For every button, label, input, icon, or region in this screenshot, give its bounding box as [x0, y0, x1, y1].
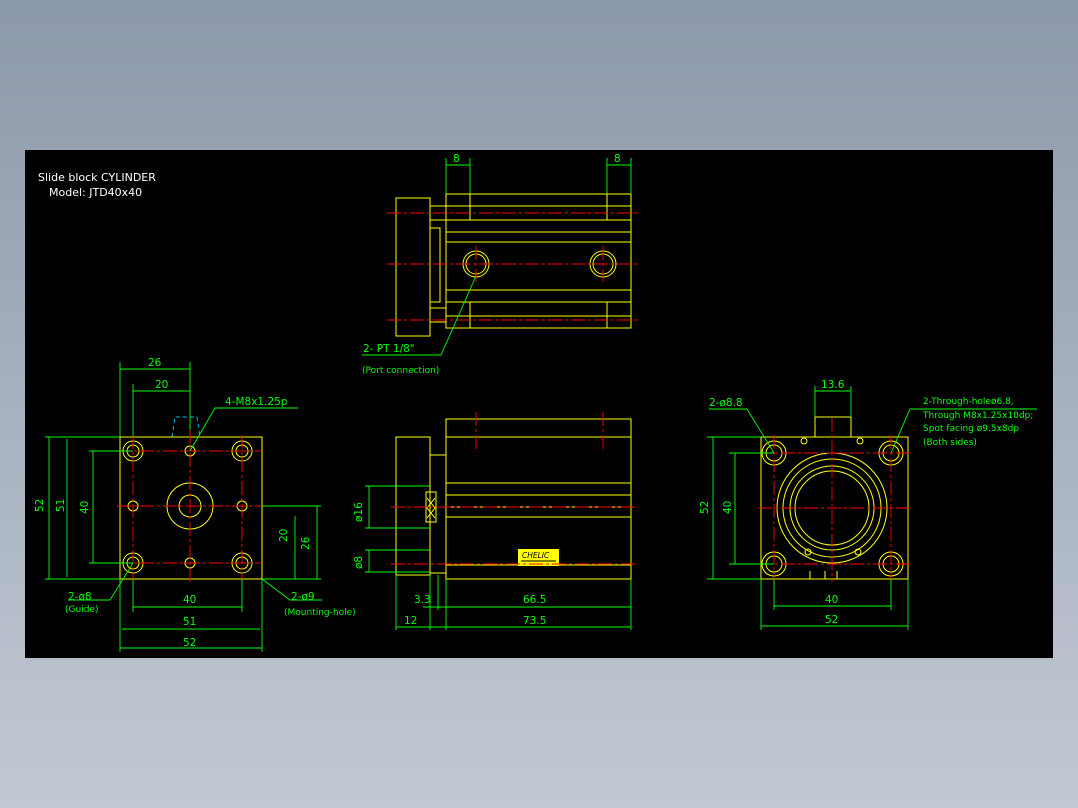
left-dim-26-v: 26: [300, 536, 312, 550]
chelic-logo-text: CHELIC: [522, 551, 550, 560]
left-dim-20-top: 20: [155, 379, 168, 391]
right-dim-52-v: 52: [699, 501, 711, 514]
left-dim-51-h: 51: [183, 616, 196, 628]
left-dim-40-v: 40: [79, 501, 91, 514]
title-line-2: Model: JTD40x40: [49, 186, 142, 199]
right-view: 13.6 2-ø8.8 2-Through-holeø6.8, Through …: [699, 379, 1037, 630]
top-view: 8 8 2- PT 1/8" (Port connection): [362, 153, 637, 376]
guide-label: 2-ø8: [68, 591, 92, 603]
through-note-4: (Both sides): [923, 438, 977, 448]
left-dim-52-h: 52: [183, 637, 196, 649]
left-dim-20-v: 20: [278, 529, 290, 542]
front-dim-3-3: 3.3: [414, 594, 431, 606]
left-dim-52-v: 52: [34, 499, 46, 512]
left-dim-40-h: 40: [183, 594, 196, 606]
right-dim-13-6: 13.6: [821, 379, 845, 391]
top-view-endplate: [395, 197, 431, 337]
right-dim-40-v: 40: [722, 501, 734, 514]
top-dim-8-right: 8: [614, 153, 621, 165]
front-view-endplate: [395, 436, 431, 576]
top-view-body: [445, 193, 632, 329]
front-dim-phi16: ø16: [353, 502, 365, 522]
right-dim-40-h: 40: [825, 594, 838, 606]
through-note-3: Spot facing ø9.5x8dp: [923, 424, 1019, 434]
guide-note: (Guide): [65, 605, 98, 615]
left-dim-26-top: 26: [148, 357, 162, 369]
port-label: 2- PT 1/8": [363, 343, 415, 355]
front-dim-66-5: 66.5: [523, 594, 546, 606]
front-dim-12: 12: [404, 615, 417, 627]
right-dim-52-h: 52: [825, 614, 838, 626]
right-hole-label: 2-ø8.8: [709, 397, 743, 409]
front-view: CHELIC ø16 ø8 3.3 66.5 12 73.5: [353, 412, 637, 630]
front-dim-73-5: 73.5: [523, 615, 546, 627]
title-line-1: Slide block CYLINDER: [38, 171, 156, 184]
cad-viewport[interactable]: Slide block CYLINDER Model: JTD40x40 8 8…: [25, 150, 1053, 658]
port-note: (Port connection): [362, 366, 439, 376]
thread-label: 4-M8x1.25p: [225, 396, 288, 408]
through-note-2: Through M8x1.25x10dp;: [922, 411, 1033, 421]
through-note-1: 2-Through-holeø6.8,: [923, 397, 1014, 407]
top-dim-8-left: 8: [453, 153, 460, 165]
cad-drawing: Slide block CYLINDER Model: JTD40x40 8 8…: [34, 153, 1037, 652]
mount-note: (Mounting-hole): [284, 608, 356, 618]
left-dim-51-v: 51: [55, 499, 67, 512]
left-view: 26 20 4-M8x1.25p 52 51 40 20 26 2-ø8 (Gu…: [34, 357, 356, 652]
front-dim-phi8: ø8: [353, 556, 365, 569]
mount-label: 2-ø9: [291, 591, 315, 603]
